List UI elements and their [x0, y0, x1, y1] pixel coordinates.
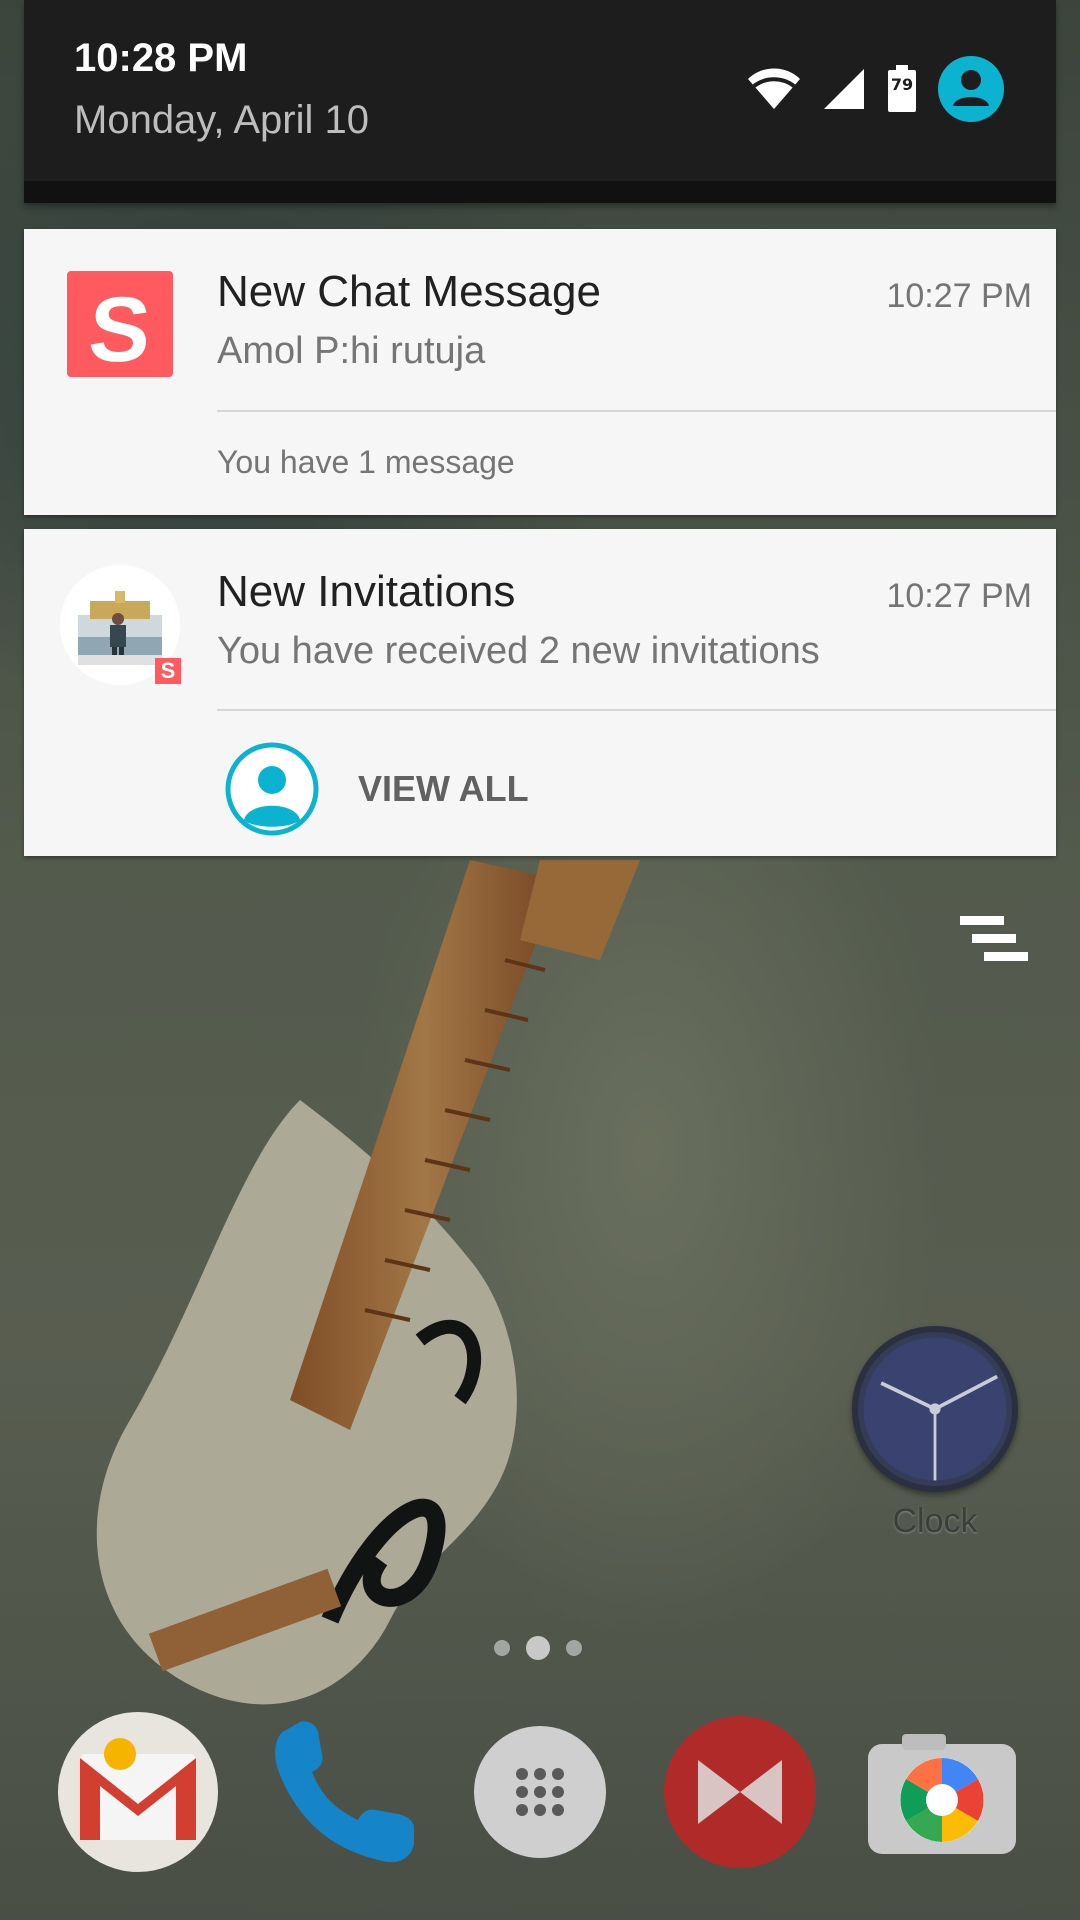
- mx-app-icon[interactable]: [660, 1712, 820, 1872]
- notification-time: 10:27 PM: [886, 577, 1032, 615]
- person-icon: [225, 742, 319, 836]
- notification-text: You have received 2 new invitations: [217, 630, 820, 672]
- page-indicator: [494, 1636, 582, 1660]
- view-all-label: VIEW ALL: [358, 768, 529, 809]
- view-all-button[interactable]: VIEW ALL: [224, 741, 529, 837]
- page-dot-active: [526, 1636, 550, 1660]
- notification-text: Amol P:hi rutuja: [217, 330, 486, 372]
- page-dot: [494, 1640, 510, 1656]
- notification-divider: [217, 709, 1056, 711]
- clock-icon: [852, 1326, 1018, 1492]
- notification-invitations[interactable]: S New Invitations 10:27 PM You have rece…: [24, 529, 1056, 856]
- notification-chat-message[interactable]: S New Chat Message 10:27 PM Amol P:hi ru…: [24, 229, 1056, 515]
- app-badge-icon: S: [155, 658, 181, 684]
- page-dot: [566, 1640, 582, 1656]
- clock-app[interactable]: Clock: [852, 1326, 1018, 1541]
- notification-shade-header: 10:28 PM Monday, April 10 79: [24, 0, 1056, 203]
- battery-percent: 79: [891, 75, 913, 94]
- signal-icon: [824, 69, 864, 109]
- clock-time: 10:28 PM: [74, 36, 248, 80]
- notification-time: 10:27 PM: [886, 277, 1032, 315]
- app-drawer-icon[interactable]: [460, 1712, 620, 1872]
- wifi-icon: [748, 68, 800, 109]
- notification-title: New Invitations: [217, 567, 516, 616]
- notification-title: New Chat Message: [217, 267, 601, 316]
- header-divider-strip: [24, 181, 1056, 203]
- clock-label: Clock: [892, 1502, 978, 1540]
- notification-divider: [217, 410, 1056, 412]
- battery-icon: 79: [888, 65, 916, 112]
- clear-all-icon[interactable]: [956, 910, 1030, 970]
- phone-icon[interactable]: [264, 1712, 424, 1872]
- user-account-icon[interactable]: [938, 56, 1004, 122]
- gmail-icon[interactable]: [58, 1712, 218, 1872]
- current-date: Monday, April 10: [74, 98, 369, 142]
- camera-icon[interactable]: [862, 1712, 1022, 1872]
- app-logo-icon: S: [67, 271, 173, 381]
- status-icons: 79: [746, 56, 1004, 122]
- notification-summary: You have 1 message: [217, 444, 515, 480]
